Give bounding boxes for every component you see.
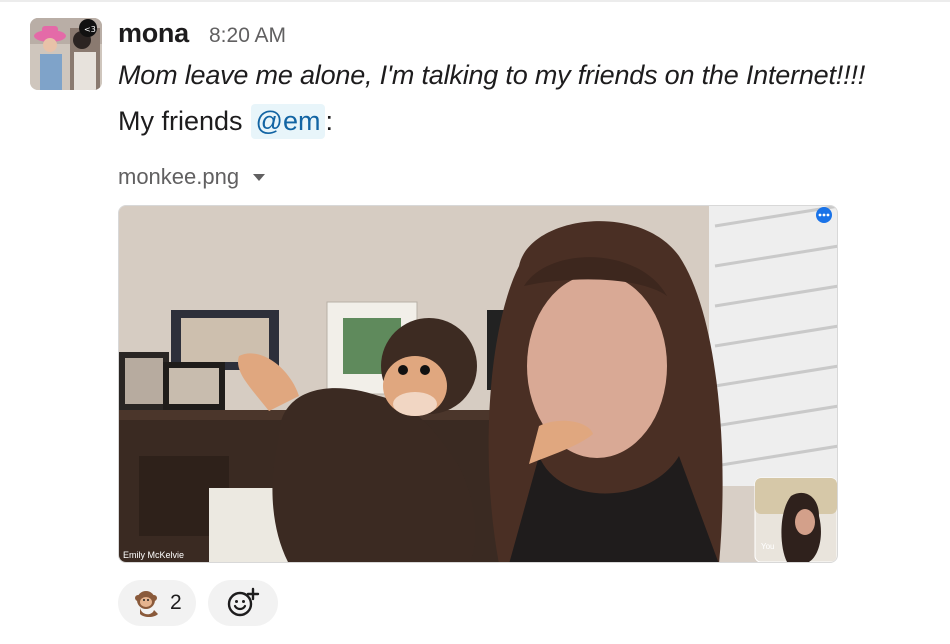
attachment-filename[interactable]: monkee.png	[118, 164, 239, 190]
reaction-pill[interactable]: 2	[118, 580, 196, 626]
monkey-emoji-icon	[135, 591, 158, 617]
reaction-count: 2	[170, 591, 182, 614]
avatar[interactable]: <3	[30, 18, 102, 90]
message-text-prefix: My friends	[118, 106, 243, 136]
message-text-line2: My friends @em :	[118, 104, 333, 139]
user-mention[interactable]: @em	[250, 104, 326, 139]
attachment-image[interactable]: Emily McKelvie You	[118, 205, 838, 563]
message-timestamp[interactable]: 8:20 AM	[209, 24, 286, 48]
top-divider	[0, 0, 950, 2]
participant-name-label: Emily McKelvie	[123, 550, 184, 560]
message-text-suffix: :	[325, 106, 333, 136]
message-text-line1: Mom leave me alone, I'm talking to my fr…	[118, 60, 866, 90]
reactions-bar: 2	[118, 580, 278, 626]
add-reaction-button[interactable]	[207, 580, 278, 626]
svg-text:<3: <3	[84, 25, 96, 34]
add-emoji-icon	[227, 587, 259, 617]
attachment-header[interactable]: monkee.png	[118, 164, 266, 190]
self-view-label: You	[761, 542, 775, 551]
message-author[interactable]: mona	[118, 18, 189, 49]
chevron-down-icon[interactable]	[253, 173, 266, 181]
